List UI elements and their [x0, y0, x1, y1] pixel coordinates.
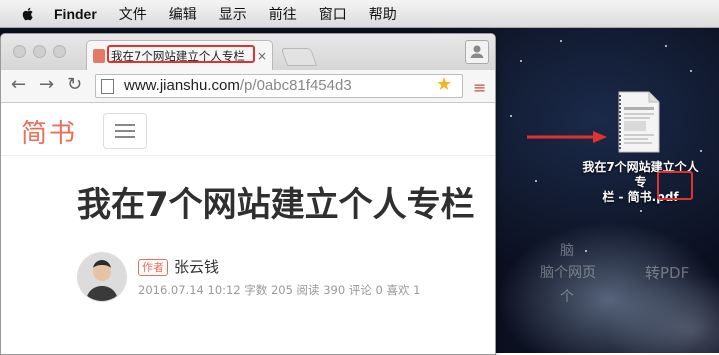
- menu-edit[interactable]: 编辑: [169, 4, 197, 24]
- url-domain: www.jianshu.com: [124, 77, 240, 94]
- reload-icon[interactable]: ↻: [67, 75, 82, 95]
- article-title: 我在7个网站建立个人专栏: [77, 185, 475, 225]
- profile-button[interactable]: [465, 40, 489, 64]
- close-window-button[interactable]: [13, 45, 26, 58]
- page-icon: [101, 79, 114, 94]
- tab-title: 我在7个网站建立个人专栏: [107, 45, 255, 63]
- pdf-file-icon: [618, 91, 660, 153]
- forward-icon[interactable]: →: [39, 75, 54, 95]
- browser-window: 我在7个网站建立个人专栏 × ← → ↻ www.jianshu.com/p/0…: [0, 33, 496, 355]
- red-arrow-icon: [527, 131, 607, 143]
- bookmark-star-icon[interactable]: ★: [436, 74, 452, 95]
- person-photo-icon: [78, 253, 126, 301]
- menu-view[interactable]: 显示: [219, 4, 247, 24]
- hamburger-menu-button[interactable]: [103, 113, 147, 149]
- back-icon[interactable]: ←: [11, 75, 26, 95]
- author-avatar[interactable]: [77, 252, 127, 302]
- menu-file[interactable]: 文件: [119, 4, 147, 24]
- menu-finder[interactable]: Finder: [54, 6, 97, 22]
- browser-toolbar: ← → ↻ www.jianshu.com/p/0abc81f454d3 ★ ≡: [1, 70, 495, 103]
- menu-bar: Finder 文件 编辑 显示 前往 窗口 帮助: [0, 0, 719, 28]
- pdf-extension-highlight: [657, 171, 693, 200]
- tab-close-icon[interactable]: ×: [257, 49, 267, 63]
- author-badge: 作者: [138, 259, 168, 276]
- site-header: 简书: [1, 103, 495, 156]
- favicon-icon: [93, 49, 105, 63]
- address-bar[interactable]: www.jianshu.com/p/0abc81f454d3 ★: [95, 74, 463, 98]
- zoom-window-button[interactable]: [53, 45, 66, 58]
- menu-window[interactable]: 窗口: [319, 4, 347, 24]
- article-meta: 2016.07.14 10:12 字数 205 阅读 390 评论 0 喜欢 1: [138, 283, 421, 297]
- address-url[interactable]: www.jianshu.com/p/0abc81f454d3: [124, 77, 352, 94]
- site-logo[interactable]: 简书: [21, 113, 77, 150]
- new-tab-button[interactable]: [280, 48, 318, 66]
- menu-go[interactable]: 前往: [269, 4, 297, 24]
- pdf-document-icon[interactable]: [616, 91, 662, 153]
- url-path: /p/0abc81f454d3: [239, 77, 352, 94]
- author-name[interactable]: 张云钱: [174, 256, 219, 277]
- apple-logo-icon[interactable]: [20, 6, 36, 22]
- minimize-window-button[interactable]: [33, 45, 46, 58]
- menu-help[interactable]: 帮助: [369, 4, 397, 24]
- browser-menu-icon[interactable]: ≡: [473, 78, 486, 97]
- person-icon: [470, 45, 484, 58]
- tab-active[interactable]: 我在7个网站建立个人专栏 ×: [86, 40, 273, 71]
- tab-strip: 我在7个网站建立个人专栏 ×: [1, 34, 495, 71]
